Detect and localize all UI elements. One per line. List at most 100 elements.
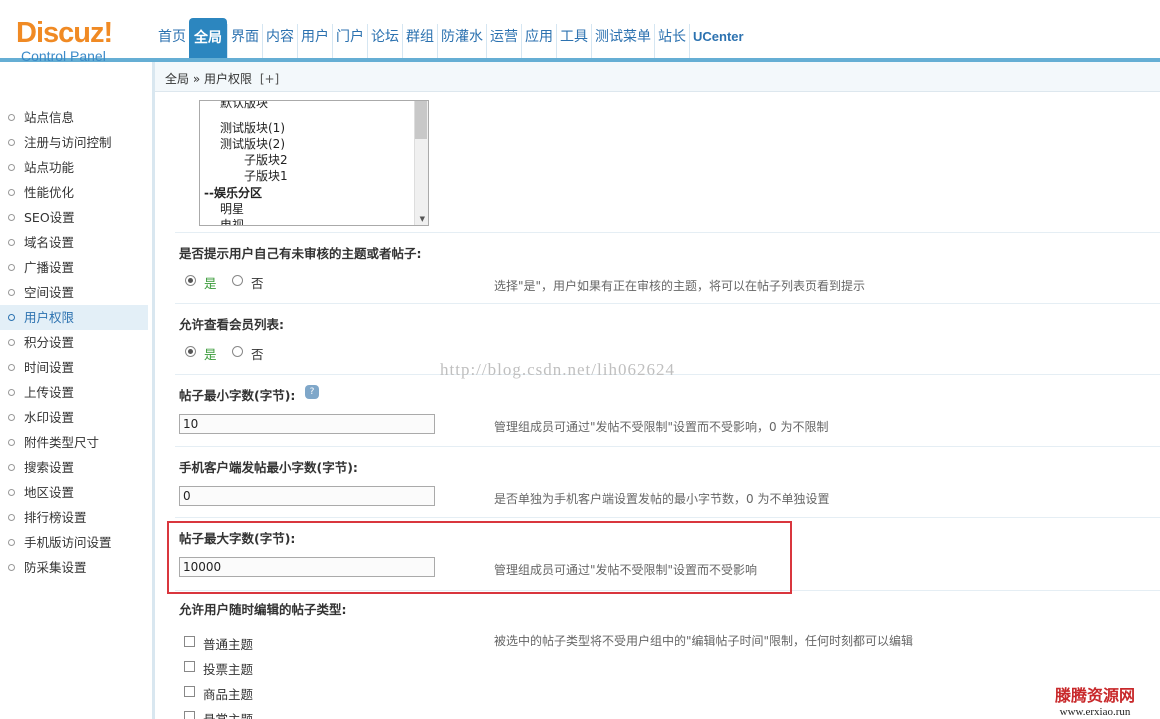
edit-types-title: 允许用户随时编辑的帖子类型: xyxy=(179,602,347,617)
sidebar-item-credits[interactable]: 积分设置 xyxy=(0,330,148,355)
min-chars-input[interactable]: 10 xyxy=(179,414,435,434)
discuz-logo[interactable]: Discuz! Control Panel xyxy=(16,17,113,64)
breadcrumb-bar: 全局 » 用户权限 [+] xyxy=(155,62,1160,92)
forum-option[interactable]: 电视 xyxy=(220,217,244,225)
sidebar-item-registration[interactable]: 注册与访问控制 xyxy=(0,130,148,155)
moderation-prompt-tip: 选择"是"，用户如果有正在审核的主题，将可以在帖子列表页看到提示 xyxy=(494,279,866,293)
sidebar: 站点信息 注册与访问控制 站点功能 性能优化 SEO设置 域名设置 广播设置 空… xyxy=(0,62,155,719)
nav-home[interactable]: 首页 xyxy=(155,24,189,58)
edit-type-label[interactable]: 投票主题 xyxy=(203,659,253,678)
forum-option[interactable]: 子版块1 xyxy=(244,168,288,184)
edit-type-label[interactable]: 普通主题 xyxy=(203,634,253,653)
brand-watermark-url: www.erxiao.run xyxy=(1059,706,1131,718)
sidebar-item-label: 地区设置 xyxy=(24,485,75,500)
nav-tools[interactable]: 工具 xyxy=(556,24,591,58)
nav-operations[interactable]: 运营 xyxy=(486,24,521,58)
sidebar-item-site-info[interactable]: 站点信息 xyxy=(0,105,148,130)
sidebar-item-site-features[interactable]: 站点功能 xyxy=(0,155,148,180)
divider xyxy=(175,232,1160,233)
sidebar-item-ranking[interactable]: 排行榜设置 xyxy=(0,505,148,530)
sidebar-item-performance[interactable]: 性能优化 xyxy=(0,180,148,205)
nav-interface[interactable]: 界面 xyxy=(227,24,262,58)
forum-list-scrollbar[interactable]: ▼ xyxy=(414,101,428,225)
edit-type-checkbox[interactable] xyxy=(184,661,195,672)
bullet-icon xyxy=(8,389,15,396)
mobile-min-chars-tip: 是否单独为手机客户端设置发帖的最小字节数，0 为不单独设置 xyxy=(494,492,830,506)
edit-type-checkbox[interactable] xyxy=(184,711,195,719)
mobile-min-chars-title: 手机客户端发帖最小字数(字节): xyxy=(179,460,358,475)
bullet-icon xyxy=(8,164,15,171)
member-list-title: 允许查看会员列表: xyxy=(179,317,284,332)
brand-watermark: 滕腾资源网 www.erxiao.run xyxy=(1055,682,1135,718)
nav-global[interactable]: 全局 xyxy=(189,18,227,58)
nav-ucenter[interactable]: UCenter xyxy=(689,24,747,58)
sidebar-item-anti-scraping[interactable]: 防采集设置 xyxy=(0,555,148,580)
nav-apps[interactable]: 应用 xyxy=(521,24,556,58)
forum-category-option[interactable]: --娱乐分区 xyxy=(204,185,262,201)
expand-menu-button[interactable]: [+] xyxy=(260,72,279,86)
mobile-min-chars-input[interactable]: 0 xyxy=(179,486,435,506)
nav-content[interactable]: 内容 xyxy=(262,24,297,58)
sidebar-item-upload[interactable]: 上传设置 xyxy=(0,380,148,405)
sidebar-item-region[interactable]: 地区设置 xyxy=(0,480,148,505)
sidebar-item-label: 排行榜设置 xyxy=(24,510,87,525)
breadcrumb-text: 全局 » 用户权限 xyxy=(165,72,252,86)
max-chars-input[interactable]: 10000 xyxy=(179,557,435,577)
bullet-icon xyxy=(8,514,15,521)
edit-type-label[interactable]: 悬赏主题 xyxy=(203,709,253,719)
scrollbar-thumb[interactable] xyxy=(415,101,427,139)
sidebar-item-label: 站点信息 xyxy=(24,110,75,125)
sidebar-item-label: 搜索设置 xyxy=(24,460,75,475)
sidebar-item-label: 防采集设置 xyxy=(24,560,87,575)
member-list-no-label[interactable]: 否 xyxy=(251,344,264,363)
sidebar-item-label: SEO设置 xyxy=(24,210,75,225)
edit-type-label[interactable]: 商品主题 xyxy=(203,684,253,703)
bullet-icon xyxy=(8,364,15,371)
sidebar-item-user-permissions[interactable]: 用户权限 xyxy=(0,305,148,330)
nav-antispam[interactable]: 防灌水 xyxy=(437,24,486,58)
forum-option[interactable]: 子版块2 xyxy=(244,152,288,168)
sidebar-item-seo[interactable]: SEO设置 xyxy=(0,205,148,230)
sidebar-item-label: 站点功能 xyxy=(24,160,75,175)
member-list-yes-radio[interactable] xyxy=(185,346,196,357)
scroll-down-icon[interactable]: ▼ xyxy=(420,215,425,223)
sidebar-item-broadcast[interactable]: 广播设置 xyxy=(0,255,148,280)
moderation-prompt-yes-label[interactable]: 是 xyxy=(204,273,217,292)
min-chars-title: 帖子最小字数(字节): xyxy=(179,388,296,403)
forum-option[interactable]: 明星 xyxy=(220,201,244,217)
moderation-prompt-no-label[interactable]: 否 xyxy=(251,273,264,292)
sidebar-item-label: 手机版访问设置 xyxy=(24,535,112,550)
sidebar-menu: 站点信息 注册与访问控制 站点功能 性能优化 SEO设置 域名设置 广播设置 空… xyxy=(0,105,148,580)
nav-portal[interactable]: 门户 xyxy=(332,24,367,58)
nav-test-menu[interactable]: 测试菜单 xyxy=(591,24,654,58)
edit-type-checkbox[interactable] xyxy=(184,636,195,647)
bullet-icon xyxy=(8,339,15,346)
sidebar-item-domain[interactable]: 域名设置 xyxy=(0,230,148,255)
edit-type-checkbox[interactable] xyxy=(184,686,195,697)
nav-webmaster[interactable]: 站长 xyxy=(654,24,689,58)
forum-option[interactable]: 测试版块(2) xyxy=(220,136,285,152)
sidebar-item-label: 上传设置 xyxy=(24,385,75,400)
nav-groups[interactable]: 群组 xyxy=(402,24,437,58)
divider xyxy=(175,303,1160,304)
sidebar-item-attachment-types[interactable]: 附件类型尺寸 xyxy=(0,430,148,455)
sidebar-item-search[interactable]: 搜索设置 xyxy=(0,455,148,480)
sidebar-item-time[interactable]: 时间设置 xyxy=(0,355,148,380)
forum-option[interactable]: 默认版块 xyxy=(220,101,268,111)
forum-multiselect[interactable]: 默认版块 测试版块(1) 测试版块(2) 子版块2 子版块1 --娱乐分区 明星… xyxy=(199,100,429,226)
logo-title: Discuz! xyxy=(16,17,113,49)
help-icon[interactable]: ? xyxy=(305,385,319,399)
brand-watermark-name: 滕腾资源网 xyxy=(1055,686,1136,705)
sidebar-item-mobile-access[interactable]: 手机版访问设置 xyxy=(0,530,148,555)
nav-users[interactable]: 用户 xyxy=(297,24,332,58)
sidebar-item-watermark[interactable]: 水印设置 xyxy=(0,405,148,430)
moderation-prompt-yes-radio[interactable] xyxy=(185,275,196,286)
nav-forum[interactable]: 论坛 xyxy=(367,24,402,58)
moderation-prompt-no-radio[interactable] xyxy=(232,275,243,286)
member-list-no-radio[interactable] xyxy=(232,346,243,357)
forum-option[interactable]: 测试版块(1) xyxy=(220,120,285,136)
member-list-yes-label[interactable]: 是 xyxy=(204,344,217,363)
sidebar-item-space[interactable]: 空间设置 xyxy=(0,280,148,305)
bullet-icon xyxy=(8,289,15,296)
sidebar-item-label: 注册与访问控制 xyxy=(24,135,112,150)
